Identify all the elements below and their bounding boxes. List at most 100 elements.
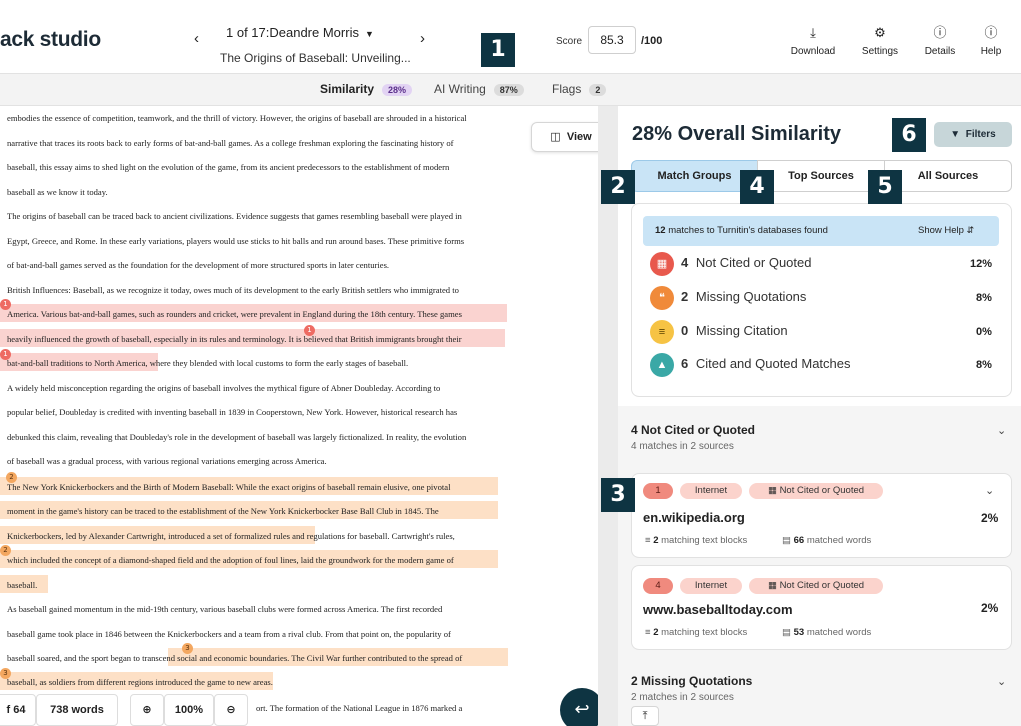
submission-selector[interactable]: 1 of 17:Deandre Morris ▼ [226, 25, 374, 40]
group-label: 4 Not Cited or Quoted [681, 255, 811, 270]
tab-label: Similarity [320, 82, 375, 96]
words-count: 53 [793, 627, 805, 638]
zoom-in-button[interactable]: ⊕ [130, 694, 164, 726]
document-line: British Influences: Baseball, as we reco… [7, 285, 459, 295]
source-type-pill: Internet [680, 578, 742, 594]
chevron-left-icon: ‹ [194, 30, 199, 47]
match-number[interactable]: 2 [6, 472, 17, 483]
marker-3: 3 [601, 478, 635, 512]
blocks-label: matching text blocks [661, 535, 748, 546]
section-title-missing-quotations[interactable]: 2 Missing Quotations [631, 674, 752, 688]
chevron-right-icon: › [420, 30, 425, 47]
source-name[interactable]: www.baseballtoday.com [643, 602, 793, 617]
match-number[interactable]: 1 [0, 299, 11, 310]
words-label: matched words [806, 535, 872, 546]
details-button[interactable]: ⓘ Details [912, 24, 968, 57]
segment-top-sources[interactable]: Top Sources [757, 160, 885, 192]
page-indicator: f 64 [0, 694, 36, 726]
document-line: narrative that traces its roots back to … [7, 138, 454, 148]
segment-all-sources[interactable]: All Sources [884, 160, 1012, 192]
graduation-cap-icon: ▲ [650, 353, 674, 377]
overall-similarity-title: 28% Overall Similarity [632, 123, 842, 145]
source-type-pill: Internet [680, 483, 742, 499]
match-number[interactable]: 1 [0, 349, 11, 360]
previous-submission-button[interactable]: ‹ [194, 30, 199, 47]
group-label: 6 Cited and Quoted Matches [681, 356, 851, 371]
settings-label: Settings [861, 46, 899, 57]
document-line: baseball. [7, 580, 38, 590]
filters-button[interactable]: ▼ Filters [934, 122, 1012, 147]
match-number[interactable]: 3 [182, 643, 193, 654]
status-text: Not Cited or Quoted [779, 485, 865, 496]
source-status-pill: ▦ Not Cited or Quoted [749, 483, 883, 499]
document-line: Knickerbockers, led by Alexander Cartwri… [7, 531, 455, 541]
ai-writing-badge: 87% [493, 84, 524, 96]
book-icon: ▤ [782, 535, 791, 546]
group-name: Cited and Quoted Matches [695, 356, 851, 371]
group-name: Not Cited or Quoted [695, 255, 812, 270]
similarity-badge: 28% [382, 84, 413, 96]
tab-ai-writing[interactable]: AI Writing 87% [434, 82, 524, 96]
next-submission-button[interactable]: › [420, 30, 425, 47]
match-number[interactable]: 1 [304, 325, 315, 336]
group-count: 2 [681, 289, 689, 304]
submission-title: The Origins of Baseball: Unveiling... [220, 51, 411, 65]
section-title-not-cited[interactable]: 4 Not Cited or Quoted [631, 423, 755, 437]
quote-icon: ❝ [650, 286, 674, 310]
document-icon: ▦ [767, 580, 777, 591]
tab-flags[interactable]: Flags 2 [552, 82, 607, 96]
group-pct: 0% [976, 326, 992, 338]
submission-name: 1 of 17:Deandre Morris [226, 25, 359, 40]
document-line: The New York Knickerbockers and the Birt… [7, 482, 451, 492]
caret-down-icon: ▼ [364, 29, 374, 39]
blocks-count: 2 [653, 535, 659, 546]
source-number-badge: 1 [643, 483, 673, 499]
words-label: matched words [806, 627, 872, 638]
document-viewer: embodies the essence of competition, tea… [0, 106, 598, 726]
columns-icon: ◫ [550, 131, 561, 143]
match-number[interactable]: 3 [0, 668, 11, 679]
chevron-down-icon[interactable]: ⌄ [997, 675, 1006, 688]
chevron-down-icon[interactable]: ⌄ [997, 424, 1006, 437]
details-label: Details [924, 46, 956, 57]
document-line: moment in the game's history can be trac… [7, 506, 439, 516]
score-max: /100 [641, 35, 663, 47]
scroll-top-button[interactable]: ⤒ [631, 706, 659, 726]
tab-similarity[interactable]: Similarity 28% [313, 82, 415, 108]
view-tabs: Similarity 28% AI Writing 87% Flags 2 [0, 74, 1021, 108]
group-pct: 8% [976, 292, 992, 304]
document-icon: ▦ [650, 252, 674, 276]
group-name: Missing Citation [695, 323, 788, 338]
document-line: embodies the essence of competition, tea… [7, 113, 467, 123]
chevron-updown-icon: ⇵ [966, 225, 975, 235]
segment-match-groups[interactable]: Match Groups [631, 160, 758, 192]
match-number[interactable]: 2 [0, 545, 11, 556]
document-line: baseball game took place in 1846 between… [7, 629, 451, 639]
document-line: A widely held misconception regarding th… [7, 383, 441, 393]
document-line: Egypt, Greece, and Rome. In these early … [7, 236, 465, 246]
matched-words: ▤ 53 matched words [782, 627, 871, 638]
document-line: The origins of baseball can be traced ba… [7, 211, 462, 221]
match-count: 12 [655, 225, 666, 236]
zoom-out-button[interactable]: ⊖ [214, 694, 248, 726]
marker-1: 1 [481, 33, 515, 67]
words-count: 66 [793, 535, 805, 546]
help-button[interactable]: ⓘ Help [963, 24, 1019, 57]
document-icon: ▦ [767, 485, 777, 496]
view-button[interactable]: ◫ View [531, 122, 598, 152]
group-name: Missing Quotations [695, 289, 807, 304]
filter-icon: ▼ [950, 129, 961, 140]
group-count: 4 [681, 255, 689, 270]
chevron-down-icon[interactable]: ⌄ [985, 484, 994, 497]
document-line: of bat-and-ball games served as the foun… [7, 260, 390, 270]
export-icon: ↩ [574, 699, 590, 719]
matching-blocks: ≡ 2 matching text blocks [645, 535, 747, 546]
score-input[interactable]: 85.3 [588, 26, 636, 54]
document-line: ort. The formation of the National Leagu… [256, 703, 463, 713]
show-help-button[interactable]: Show Help ⇵ [918, 225, 974, 236]
source-name[interactable]: en.wikipedia.org [643, 510, 745, 525]
download-button[interactable]: ⤓ Download [785, 24, 841, 57]
settings-button[interactable]: ⚙ Settings [852, 24, 908, 57]
gear-icon: ⚙ [874, 25, 886, 40]
group-pct: 8% [976, 359, 992, 371]
